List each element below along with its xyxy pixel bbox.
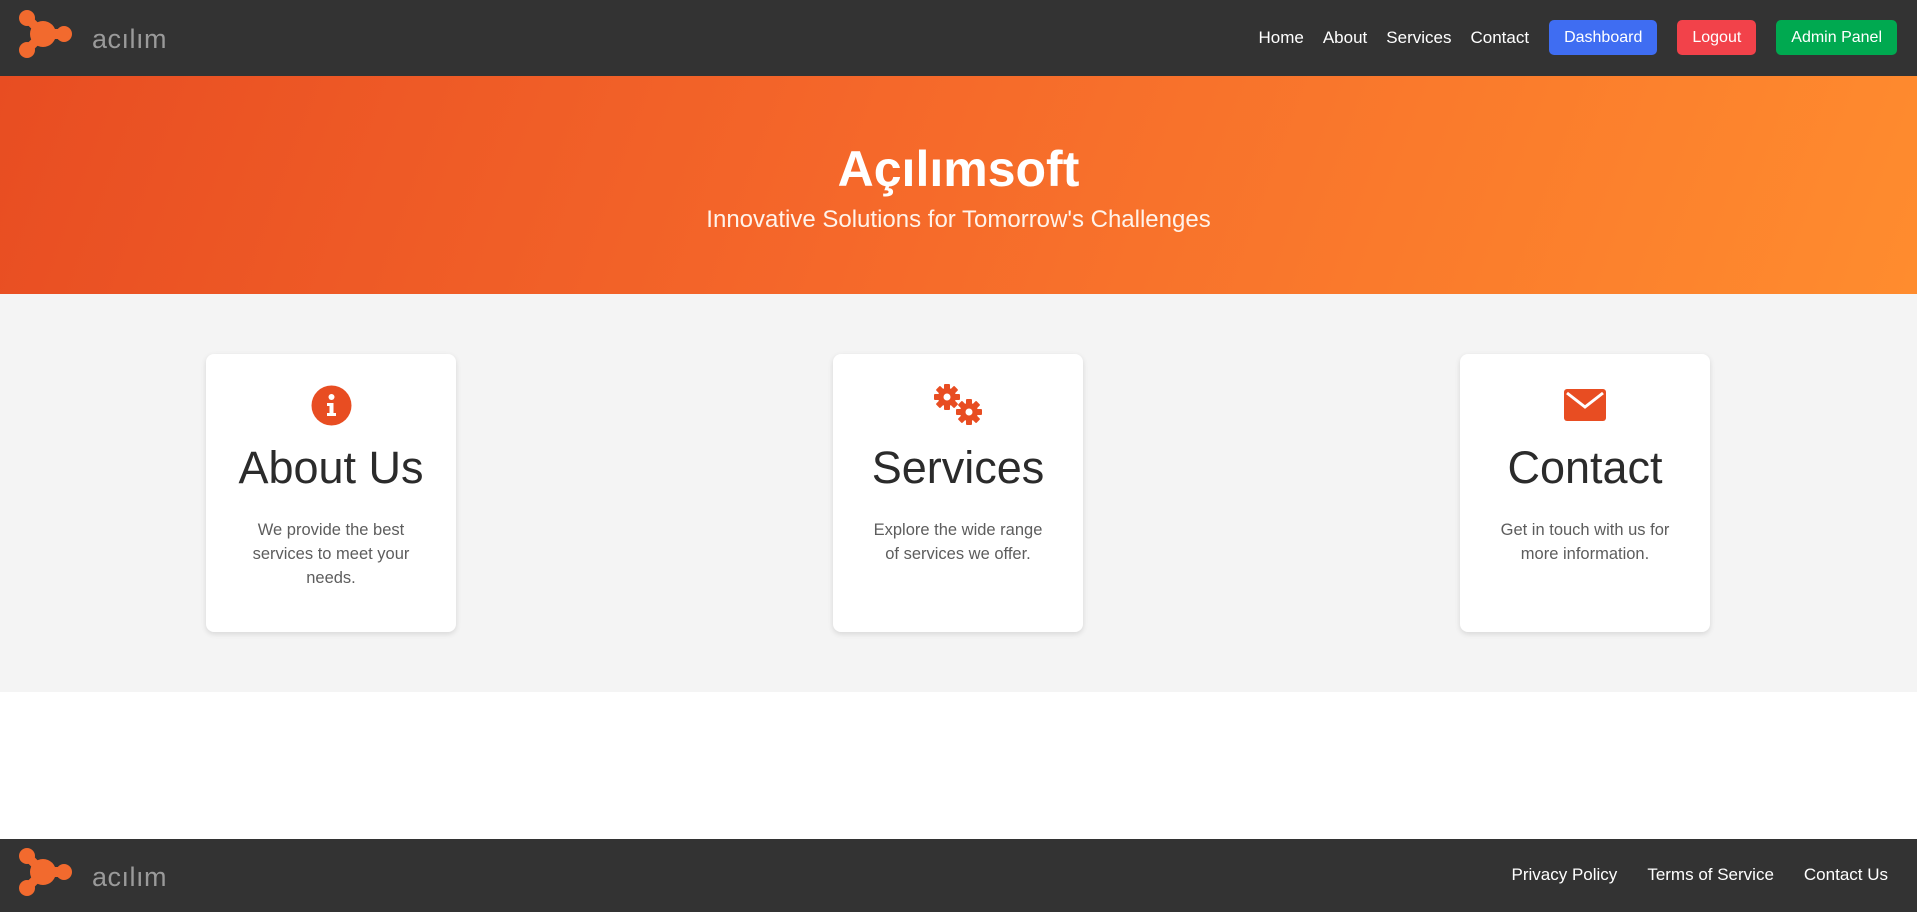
brand-logo[interactable]: acılım	[16, 8, 167, 60]
footer-logo[interactable]: acılım	[16, 846, 167, 898]
card-title: Contact	[1507, 442, 1663, 493]
card-description: Get in touch with us for more informatio…	[1500, 521, 1670, 563]
about-card: About Us We provide the best services to…	[206, 354, 456, 632]
logout-button[interactable]: Logout	[1677, 20, 1757, 55]
terms-of-service-link[interactable]: Terms of Service	[1647, 865, 1774, 885]
hero-title: Açılımsoft	[837, 141, 1080, 197]
contact-us-link[interactable]: Contact Us	[1804, 865, 1888, 885]
main-nav: Home About Services Contact Dashboard Lo…	[1239, 20, 1897, 55]
info-circle-icon	[206, 382, 456, 428]
hero-banner: Açılımsoft Innovative Solutions for Tomo…	[0, 76, 1917, 294]
envelope-icon	[1460, 382, 1710, 428]
logo-mark-icon	[19, 848, 72, 896]
footer-links: Privacy Policy Terms of Service Contact …	[1482, 865, 1889, 885]
card-description: We provide the best services to meet you…	[252, 521, 410, 587]
services-card: Services Explore the wide range of servi…	[833, 354, 1083, 632]
nav-services-link[interactable]: Services	[1386, 28, 1451, 48]
nav-contact-link[interactable]: Contact	[1470, 28, 1529, 48]
dashboard-button[interactable]: Dashboard	[1549, 20, 1658, 55]
footer-bar: acılım Privacy Policy Terms of Service C…	[0, 839, 1917, 912]
logo-mark-icon	[19, 10, 72, 58]
gears-icon	[833, 382, 1083, 428]
logo-text: acılım	[92, 862, 168, 892]
card-description: Explore the wide range of services we of…	[873, 521, 1043, 563]
privacy-policy-link[interactable]: Privacy Policy	[1512, 865, 1618, 885]
admin-panel-button[interactable]: Admin Panel	[1776, 20, 1897, 55]
top-navbar: acılım Home About Services Contact Dashb…	[0, 0, 1917, 76]
logo-text: acılım	[92, 24, 168, 54]
contact-card: Contact Get in touch with us for more in…	[1460, 354, 1710, 632]
card-title: Services	[871, 442, 1045, 493]
nav-home-link[interactable]: Home	[1258, 28, 1303, 48]
card-title: About Us	[238, 442, 424, 493]
nav-about-link[interactable]: About	[1323, 28, 1367, 48]
hero-subtitle: Innovative Solutions for Tomorrow's Chal…	[706, 206, 1211, 233]
features-section: About Us We provide the best services to…	[0, 294, 1917, 692]
